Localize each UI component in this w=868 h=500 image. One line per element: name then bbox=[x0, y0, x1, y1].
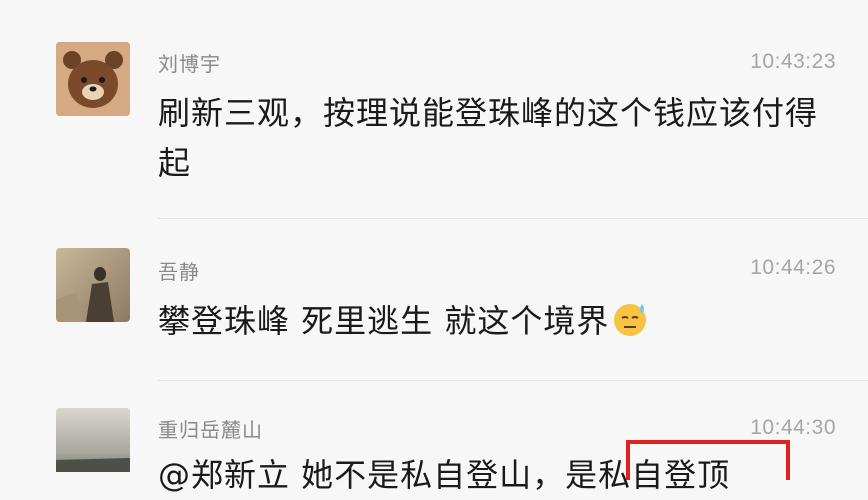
timestamp: 10:44:26 bbox=[750, 256, 836, 279]
divider bbox=[158, 218, 868, 219]
brown-bear-icon bbox=[56, 42, 130, 116]
message-text-content: 攀登珠峰 死里逃生 就这个境界 bbox=[158, 302, 610, 340]
sweat-smile-emoji-icon bbox=[611, 300, 649, 352]
photo-avatar-icon bbox=[56, 248, 130, 322]
timestamp: 10:43:23 bbox=[750, 50, 836, 73]
highlight-annotation bbox=[626, 440, 790, 480]
sender-name[interactable]: 刘博宇 bbox=[158, 48, 221, 77]
divider bbox=[158, 380, 868, 381]
avatar[interactable] bbox=[56, 248, 130, 322]
sender-name[interactable]: 重归岳麓山 bbox=[158, 414, 263, 443]
message-text: 刷新三观，按理说能登珠峰的这个钱应该付得起 bbox=[158, 94, 819, 182]
sender-name[interactable]: 吾静 bbox=[158, 256, 200, 285]
avatar[interactable] bbox=[56, 408, 130, 472]
timestamp: 10:44:30 bbox=[750, 416, 836, 439]
landscape-avatar-icon bbox=[56, 408, 130, 472]
message-text: 攀登珠峰 死里逃生 就这个境界 bbox=[158, 296, 838, 352]
avatar[interactable] bbox=[56, 42, 130, 116]
